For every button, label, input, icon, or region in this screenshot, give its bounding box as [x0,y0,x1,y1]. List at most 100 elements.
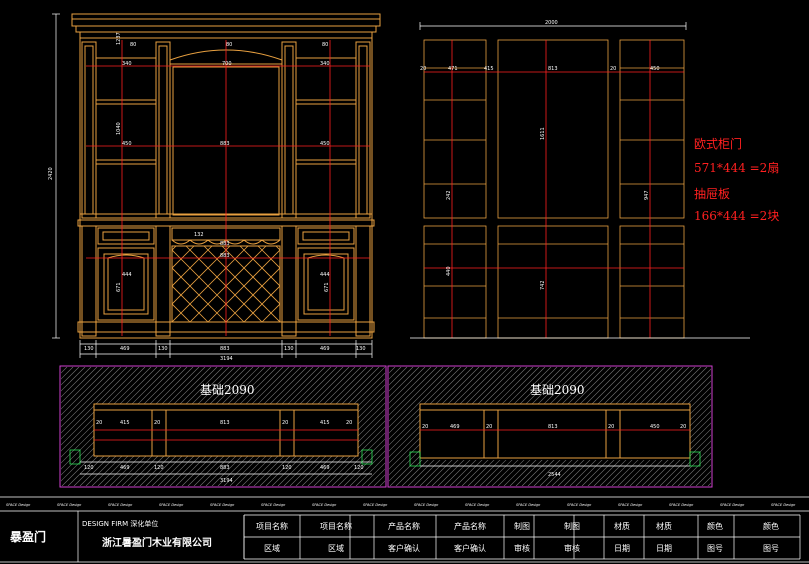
base-right-d4: 20 [608,424,614,430]
title-cell: 颜色 [707,521,723,531]
base-right-title: 基础2090 [530,383,585,397]
base-left-i5: 415 [320,420,330,426]
front-dim-lower-2: 883 [220,253,230,259]
front-dim-wine-1: 883 [220,241,230,247]
section-dim-l1: 415 [484,66,494,72]
front-dim-b0: 130 [84,346,94,352]
front-dim-b4: 130 [284,346,294,352]
base-right-d0: 20 [422,424,428,430]
title-cell: 区域 [264,543,280,553]
base-right-d1: 469 [450,424,460,430]
front-dim-lower-1: 671 [116,282,122,292]
title-cell: 图号 [707,544,723,553]
design-strip-label: SPACE Design [57,503,81,507]
base-left-i2: 20 [154,420,160,426]
design-strip-label: SPACE Design [516,503,540,507]
front-elevation [52,13,381,358]
section-dim-w1: 813 [548,66,558,72]
front-dim-b6: 130 [356,346,366,352]
front-dim-mark-2: 80 [322,42,328,48]
annotation-line-2: 571*444 =2扇 [694,160,779,175]
base-left-i4: 20 [282,420,288,426]
title-cell: 材质 [656,521,672,531]
design-strip-label: SPACE Design [108,503,132,507]
design-strip-label: SPACE Design [669,503,693,507]
front-dim-wine-0: 132 [194,232,204,238]
title-cell: 项目名称 [320,521,352,531]
title-cell: 日期 [656,544,672,553]
title-cell: 制图 [514,521,530,531]
base-left-d1: 469 [120,465,130,471]
design-strip-label: SPACE Design [159,503,183,507]
base-left-title: 基础2090 [200,383,255,397]
base-right-d3: 813 [548,424,558,430]
front-dim-lower-3: 444 [320,272,330,278]
title-cell: 产品名称 [388,521,420,531]
base-left-i1: 415 [120,420,130,426]
base-left-d2: 120 [154,465,164,471]
base-left-d5: 469 [320,465,330,471]
front-dim-total: 3194 [220,356,233,362]
base-left-i0: 20 [96,420,102,426]
design-strip-label: SPACE Design [210,503,234,507]
cad-drawing-canvas: 2420 3194 130 469 130 883 130 469 130 45… [0,0,809,564]
title-cell: 材质 [614,521,630,531]
front-dim-upper-1: 883 [220,141,230,147]
front-dim-mid-1: 340 [122,61,132,67]
title-cell: 产品名称 [454,521,486,531]
section-dim-top: 2000 [545,20,558,26]
design-strip-label: SPACE Design [363,503,387,507]
title-cell: 日期 [614,544,630,553]
front-dim-b2: 130 [158,346,168,352]
base-right-d6: 20 [680,424,686,430]
base-left-d3: 883 [220,465,230,471]
section-dim-l0: 20 [420,66,426,72]
company-logo: 暴盈门 [9,529,46,544]
front-dim-mark-0: 80 [130,42,136,48]
section-dim-h4: 742 [540,280,546,290]
base-left-d6: 120 [354,465,364,471]
company-name: 浙江暑盈门木业有限公司 [102,536,212,549]
cad-drawing: 2420 3194 130 469 130 883 130 469 130 45… [0,13,809,563]
title-cell: 客户确认 [454,543,486,553]
annotation-line-4: 166*444 =2块 [694,209,779,223]
front-dim-upper-2: 450 [320,141,330,147]
design-strip-label: SPACE Design [414,503,438,507]
section-dim-h2: 242 [446,190,452,200]
front-dim-height: 2420 [48,167,54,180]
title-cell: 颜色 [763,521,779,531]
front-dim-mid-2: 340 [320,61,330,67]
base-right-total: 2544 [548,472,561,478]
front-dim-b1: 469 [120,346,130,352]
front-dim-side-0: 1237 [116,32,122,45]
front-dim-side-1: 1040 [116,122,122,135]
title-cell: 项目名称 [256,521,288,531]
front-dim-mid-0: 700 [222,61,232,67]
section-dim-h1: 947 [644,190,650,200]
annotation-line-3: 抽屉板 [694,187,730,201]
front-dim-mark-1: 80 [226,42,232,48]
design-strip-label: SPACE Design [720,503,744,507]
base-left-total: 3194 [220,478,233,484]
design-strip-label: SPACE Design [312,503,336,507]
front-dim-lower-0: 444 [122,272,132,278]
base-right-d2: 20 [486,424,492,430]
design-strip-label: SPACE Design [261,503,285,507]
design-strip-label: SPACE Design [465,503,489,507]
front-dim-b5: 469 [320,346,330,352]
section-dim-w2: 450 [650,66,660,72]
title-cell: 客户确认 [388,543,420,553]
annotation-line-1: 欧式柜门 [694,136,742,151]
base-left-d4: 120 [282,465,292,471]
title-cell: 审核 [514,543,530,553]
front-dim-upper-0: 450 [122,141,132,147]
base-left-d0: 120 [84,465,94,471]
title-cell: 区域 [328,543,344,553]
base-left-i3: 813 [220,420,230,426]
design-strip-label: SPACE Design [567,503,591,507]
section-dim-w0: 471 [448,66,458,72]
title-cell: 审核 [564,543,580,553]
front-dim-lower-4: 671 [324,282,330,292]
section-view [410,22,750,339]
section-dim-l2: 20 [610,66,616,72]
